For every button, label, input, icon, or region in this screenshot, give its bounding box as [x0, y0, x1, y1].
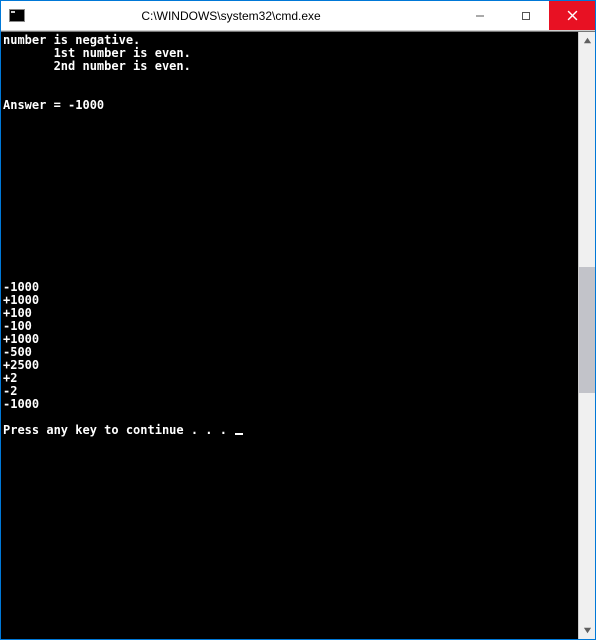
maximize-button[interactable] [503, 1, 549, 30]
console-area: number is negative. 1st number is even. … [1, 31, 595, 639]
scroll-track[interactable] [579, 49, 595, 622]
cursor [235, 433, 243, 435]
titlebar[interactable]: C:\WINDOWS\system32\cmd.exe [1, 1, 595, 31]
window-controls [457, 1, 595, 30]
scroll-thumb[interactable] [579, 267, 595, 393]
window-title: C:\WINDOWS\system32\cmd.exe [25, 9, 457, 23]
cmd-icon [9, 9, 25, 22]
scroll-up-button[interactable] [579, 32, 595, 49]
close-button[interactable] [549, 1, 595, 30]
scrollbar[interactable] [578, 32, 595, 639]
scroll-down-button[interactable] [579, 622, 595, 639]
console-output[interactable]: number is negative. 1st number is even. … [1, 32, 578, 639]
cmd-window: C:\WINDOWS\system32\cmd.exe number is ne… [1, 1, 595, 639]
minimize-button[interactable] [457, 1, 503, 30]
